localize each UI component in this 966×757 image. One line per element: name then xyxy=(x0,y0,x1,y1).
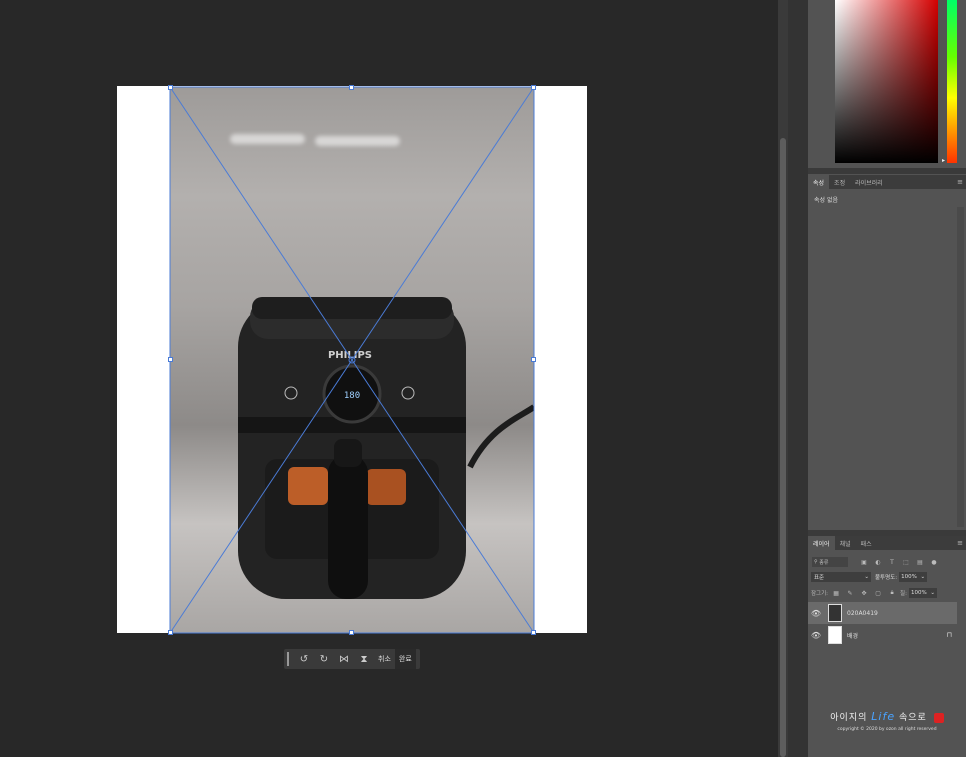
layer-image-air-fryer[interactable]: 180 PHILIPS xyxy=(170,87,534,633)
canvas-area[interactable]: 180 PHILIPS ↺ ↻ ⋈ ⧗ 취소 완료 xyxy=(0,0,778,757)
tab-libraries[interactable]: 라이브러리 xyxy=(850,175,888,189)
chevron-down-icon: ⌄ xyxy=(930,590,935,596)
chevron-down-icon: ⌄ xyxy=(864,574,869,580)
cancel-button[interactable]: 취소 xyxy=(374,649,395,669)
filter-adjustment-icon[interactable]: ◐ xyxy=(872,557,884,567)
watermark-copyright: copyright © 2020 by ozon all right reser… xyxy=(837,727,937,732)
opacity-value: 100% xyxy=(901,574,917,580)
rotate-ccw-icon[interactable]: ↺ xyxy=(294,649,314,669)
blend-mode-select[interactable]: 표준 ⌄ xyxy=(811,572,871,582)
tab-adjustments[interactable]: 조정 xyxy=(829,175,850,189)
filter-shape-icon[interactable]: ⬚ xyxy=(900,557,912,567)
transform-toolbar: ↺ ↻ ⋈ ⧗ 취소 완료 xyxy=(284,649,420,669)
hue-slider[interactable] xyxy=(947,0,957,163)
tab-paths[interactable]: 패스 xyxy=(856,536,877,550)
panel-menu-icon[interactable]: ≡ xyxy=(957,178,963,186)
air-fryer-illustration: 180 PHILIPS xyxy=(238,297,534,599)
layer-name: 배경 xyxy=(847,632,859,640)
tab-properties[interactable]: 속성 xyxy=(808,175,830,189)
filter-kind-label: 종류 xyxy=(819,559,829,566)
filter-kind-select[interactable]: ⚲ 종류 xyxy=(812,557,848,567)
layer-row[interactable]: 👁︎ 배경 ⊓ xyxy=(808,624,957,646)
layers-tabbar: 레이어 채널 패스 ≡ xyxy=(808,536,966,550)
properties-empty-label: 속성 없음 xyxy=(814,197,838,204)
svg-text:180: 180 xyxy=(344,391,360,401)
color-picker-field[interactable] xyxy=(835,0,938,163)
lock-artboard-icon[interactable]: ▢ xyxy=(872,588,884,598)
fill-field[interactable]: 100% ⌄ xyxy=(908,588,937,598)
lock-label: 잠그기: xyxy=(811,591,829,597)
blend-mode-value: 표준 xyxy=(814,575,825,581)
rotate-cw-icon[interactable]: ↻ xyxy=(314,649,334,669)
watermark-title-life: Life xyxy=(871,710,896,723)
panel-dock-gutter xyxy=(788,0,808,757)
layer-filter-bar: ⚲ 종류 ▣ ◐ T ⬚ ▤ ● xyxy=(808,555,966,569)
visibility-eye-icon[interactable]: 👁︎ xyxy=(808,631,824,640)
watermark: 아이지의 Life 속으로 copyright © 2020 by ozon a… xyxy=(808,710,966,732)
blend-row: 표준 ⌄ 불투명도: 100% ⌄ xyxy=(808,571,966,583)
opacity-label: 불투명도: xyxy=(875,575,898,581)
canvas-vertical-scrollbar[interactable] xyxy=(778,0,788,757)
watermark-title-pre: 아이지의 xyxy=(830,713,868,723)
toolbar-grip[interactable] xyxy=(287,652,289,666)
layer-row[interactable]: 👁︎ 020A0419 xyxy=(808,602,957,624)
watermark-title-post: 속으로 xyxy=(898,713,927,723)
tab-channels[interactable]: 채널 xyxy=(835,536,856,550)
done-button[interactable]: 완료 xyxy=(394,649,416,669)
chevron-down-icon: ⌄ xyxy=(920,574,926,580)
layer-thumbnail xyxy=(828,604,842,622)
filter-smart-object-icon[interactable]: ▤ xyxy=(914,557,926,567)
panel-divider xyxy=(808,168,966,174)
layer-thumbnail xyxy=(828,626,842,644)
filter-pixel-icon[interactable]: ▣ xyxy=(858,557,870,567)
flip-vertical-icon[interactable]: ⧗ xyxy=(354,649,374,669)
lock-paint-icon[interactable]: ✎ xyxy=(844,588,856,598)
lock-position-icon[interactable]: ✥ xyxy=(858,588,870,598)
properties-scrollbar[interactable] xyxy=(957,207,964,527)
watermark-title: 아이지의 Life 속으로 xyxy=(808,710,966,723)
tab-layers[interactable]: 레이어 xyxy=(808,536,835,550)
scrollbar-thumb[interactable] xyxy=(780,138,786,757)
search-icon: ⚲ xyxy=(814,559,818,565)
lock-icon: ⊓ xyxy=(946,631,952,639)
lock-row: 잠그기: ▦ ✎ ✥ ▢ 🔒︎ 칠: 100% ⌄ xyxy=(808,587,966,599)
right-panels: ▸ 속성 조정 라이브러리 ≡ 속성 없음 레이어 채널 패스 ≡ ⚲ 종류 ▣… xyxy=(808,0,966,757)
layer-name: 020A0419 xyxy=(847,609,878,617)
opacity-field[interactable]: 100% ⌄ xyxy=(899,572,928,582)
visibility-eye-icon[interactable]: 👁︎ xyxy=(808,609,824,618)
seal-icon xyxy=(933,712,944,723)
properties-tabbar: 속성 조정 라이브러리 ≡ xyxy=(808,175,966,189)
fill-label: 칠: xyxy=(900,591,907,597)
lock-transparent-icon[interactable]: ▦ xyxy=(830,588,842,598)
fill-value: 100% xyxy=(910,590,927,596)
panel-menu-icon[interactable]: ≡ xyxy=(957,539,963,547)
flip-horizontal-icon[interactable]: ⋈ xyxy=(334,649,354,669)
filter-type-icon[interactable]: T xyxy=(886,557,898,567)
filter-toggle-icon[interactable]: ● xyxy=(928,557,940,567)
lock-all-icon[interactable]: 🔒︎ xyxy=(886,588,898,598)
hue-slider-marker-icon[interactable]: ▸ xyxy=(942,157,945,164)
svg-text:PHILIPS: PHILIPS xyxy=(328,350,372,361)
